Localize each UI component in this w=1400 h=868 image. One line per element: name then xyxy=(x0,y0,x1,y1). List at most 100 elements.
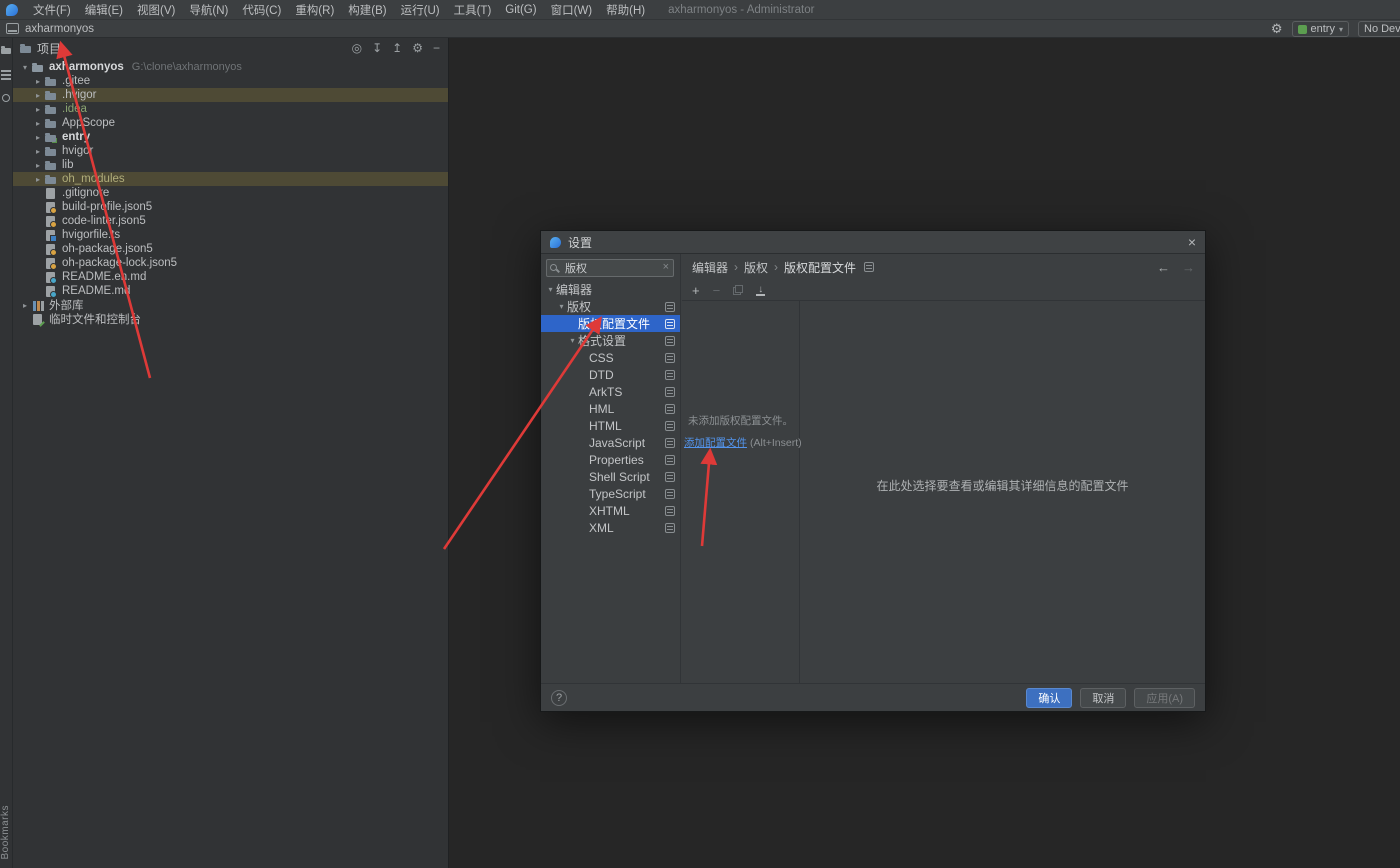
chevron-right-icon[interactable]: ▸ xyxy=(32,175,44,184)
item-label: build-profile.json5 xyxy=(62,201,153,213)
menubar-item[interactable]: 代码(C) xyxy=(235,2,288,18)
settings-tree-item[interactable]: HML xyxy=(541,400,680,417)
settings-tree-item[interactable]: 版权配置文件 xyxy=(541,315,680,332)
chevron-down-icon[interactable]: ▾ xyxy=(19,63,31,72)
commit-tool-icon[interactable] xyxy=(0,92,12,104)
cancel-button[interactable]: 取消 xyxy=(1080,687,1127,708)
project-tree-item[interactable]: ▸ AppScope xyxy=(13,116,448,130)
menubar-item[interactable]: 编辑(E) xyxy=(78,2,130,18)
project-tree-item[interactable]: ▸ oh_modules xyxy=(13,172,448,186)
breadcrumb-item[interactable]: 编辑器 xyxy=(692,259,728,276)
project-tree-item[interactable]: .gitignore xyxy=(13,186,448,200)
settings-tree-item[interactable]: TypeScript xyxy=(541,485,680,502)
menubar-item[interactable]: 运行(U) xyxy=(394,2,447,18)
project-icon xyxy=(6,23,19,34)
item-label: JavaScript xyxy=(589,435,646,450)
chevron-right-icon[interactable]: ▸ xyxy=(32,133,44,142)
duplicate-profile-icon[interactable] xyxy=(733,285,744,295)
dialog-titlebar[interactable]: 设置 × xyxy=(541,231,1205,254)
add-profile-icon[interactable]: + xyxy=(692,283,700,298)
project-tree-item[interactable]: build-profile.json5 xyxy=(13,200,448,214)
chevron-right-icon[interactable]: ▸ xyxy=(32,147,44,156)
remove-profile-icon[interactable]: − xyxy=(713,283,721,298)
clear-search-icon[interactable]: × xyxy=(663,261,669,273)
menubar-item[interactable]: 导航(N) xyxy=(182,2,235,18)
search-input[interactable] xyxy=(546,259,674,277)
chevron-down-icon[interactable]: ▾ xyxy=(567,336,578,345)
project-tree-item[interactable]: README.md xyxy=(13,284,448,298)
breadcrumb-item[interactable]: 版权配置文件 xyxy=(784,259,856,276)
project-tree-item[interactable]: ▸ entry xyxy=(13,130,448,144)
chevron-right-icon[interactable]: ▸ xyxy=(32,119,44,128)
project-tree-item[interactable]: ▸ hvigor xyxy=(13,144,448,158)
device-selector[interactable]: No Devi xyxy=(1358,21,1400,37)
project-tree-item[interactable]: README.en.md xyxy=(13,270,448,284)
forward-icon[interactable]: → xyxy=(1182,260,1195,275)
help-button[interactable]: ? xyxy=(551,689,567,706)
bookmarks-tool-button[interactable]: Bookmarks xyxy=(0,805,13,860)
project-tree-item[interactable]: code-linter.json5 xyxy=(13,214,448,228)
run-config-selector[interactable]: entry ▾ xyxy=(1291,21,1349,37)
settings-tree-item[interactable]: ▾ 编辑器 xyxy=(541,281,680,298)
project-tree-item[interactable]: oh-package.json5 xyxy=(13,242,448,256)
row-badge-icon xyxy=(665,318,675,329)
project-tree-item[interactable]: ▸ .gitee xyxy=(13,74,448,88)
menubar-item[interactable]: 重构(R) xyxy=(288,2,341,18)
menubar-item[interactable]: 工具(T) xyxy=(447,2,499,18)
project-tree-item[interactable]: ▸ .hvigor xyxy=(13,88,448,102)
hide-panel-icon[interactable]: − xyxy=(433,38,440,58)
project-tree-item[interactable]: ▸ .idea xyxy=(13,102,448,116)
chevron-right-icon[interactable]: ▸ xyxy=(32,161,44,170)
device-label: No Devi xyxy=(1364,23,1400,35)
ok-button[interactable]: 确认 xyxy=(1026,687,1073,708)
project-tree-item[interactable]: oh-package-lock.json5 xyxy=(13,256,448,270)
menubar-item[interactable]: Git(G) xyxy=(498,4,543,16)
breadcrumb-item[interactable]: 版权 xyxy=(744,259,768,276)
toolbar-project-name[interactable]: axharmonyos xyxy=(25,23,94,35)
apply-button[interactable]: 应用(A) xyxy=(1134,687,1195,708)
locate-file-icon[interactable]: ◎ xyxy=(352,38,362,58)
add-profile-link[interactable]: 添加配置文件 xyxy=(684,437,747,449)
settings-tree-item[interactable]: JavaScript xyxy=(541,434,680,451)
chevron-right-icon[interactable]: ▸ xyxy=(19,301,31,310)
project-tool-icon[interactable] xyxy=(0,44,12,56)
menubar-item[interactable]: 文件(F) xyxy=(26,2,78,18)
menubar-item[interactable]: 构建(B) xyxy=(341,2,393,18)
import-profile-icon[interactable]: ↓ xyxy=(756,284,766,296)
item-label: lib xyxy=(62,159,74,171)
settings-tree-item[interactable]: ▾ 版权 xyxy=(541,298,680,315)
expand-all-icon[interactable]: ↥ xyxy=(392,38,402,58)
project-tree-item[interactable]: ▸ 外部库 xyxy=(13,298,448,312)
settings-tree-item[interactable]: ArkTS xyxy=(541,383,680,400)
chevron-right-icon[interactable]: ▸ xyxy=(32,77,44,86)
settings-gear-icon[interactable]: ⚙ xyxy=(1271,21,1283,37)
structure-tool-icon[interactable] xyxy=(0,68,12,80)
settings-tree-item[interactable]: DTD xyxy=(541,366,680,383)
collapse-all-icon[interactable]: ↧ xyxy=(372,38,382,58)
panel-settings-icon[interactable]: ⚙ xyxy=(412,38,423,58)
settings-tree-item[interactable]: ▾ 格式设置 xyxy=(541,332,680,349)
json-icon xyxy=(44,201,58,214)
settings-tree-item[interactable]: Shell Script xyxy=(541,468,680,485)
project-tree-item[interactable]: 临时文件和控制台 xyxy=(13,312,448,326)
chevron-right-icon[interactable]: ▸ xyxy=(32,91,44,100)
settings-tree-item[interactable]: XML xyxy=(541,519,680,536)
chevron-down-icon[interactable]: ▾ xyxy=(556,302,567,311)
chevron-down-icon[interactable]: ▾ xyxy=(545,285,556,294)
chevron-right-icon[interactable]: ▸ xyxy=(32,105,44,114)
menubar-item[interactable]: 窗口(W) xyxy=(544,2,600,18)
item-label: ArkTS xyxy=(589,384,623,399)
project-panel-toolbar: ◎ ↧ ↥ ⚙ − xyxy=(352,38,440,58)
menubar-item[interactable]: 视图(V) xyxy=(130,2,182,18)
settings-tree-item[interactable]: CSS xyxy=(541,349,680,366)
settings-tree-item[interactable]: Properties xyxy=(541,451,680,468)
settings-tree-item[interactable]: HTML xyxy=(541,417,680,434)
settings-tree-item[interactable]: XHTML xyxy=(541,502,680,519)
back-icon[interactable]: ← xyxy=(1157,260,1170,275)
folder-icon xyxy=(44,89,58,102)
menubar-item[interactable]: 帮助(H) xyxy=(599,2,652,18)
close-icon[interactable]: × xyxy=(1188,235,1196,249)
project-tree-item[interactable]: hvigorfile.ts xyxy=(13,228,448,242)
project-tree-item[interactable]: ▾ axharmonyos G:\clone\axharmonyos xyxy=(13,60,448,74)
project-tree-item[interactable]: ▸ lib xyxy=(13,158,448,172)
